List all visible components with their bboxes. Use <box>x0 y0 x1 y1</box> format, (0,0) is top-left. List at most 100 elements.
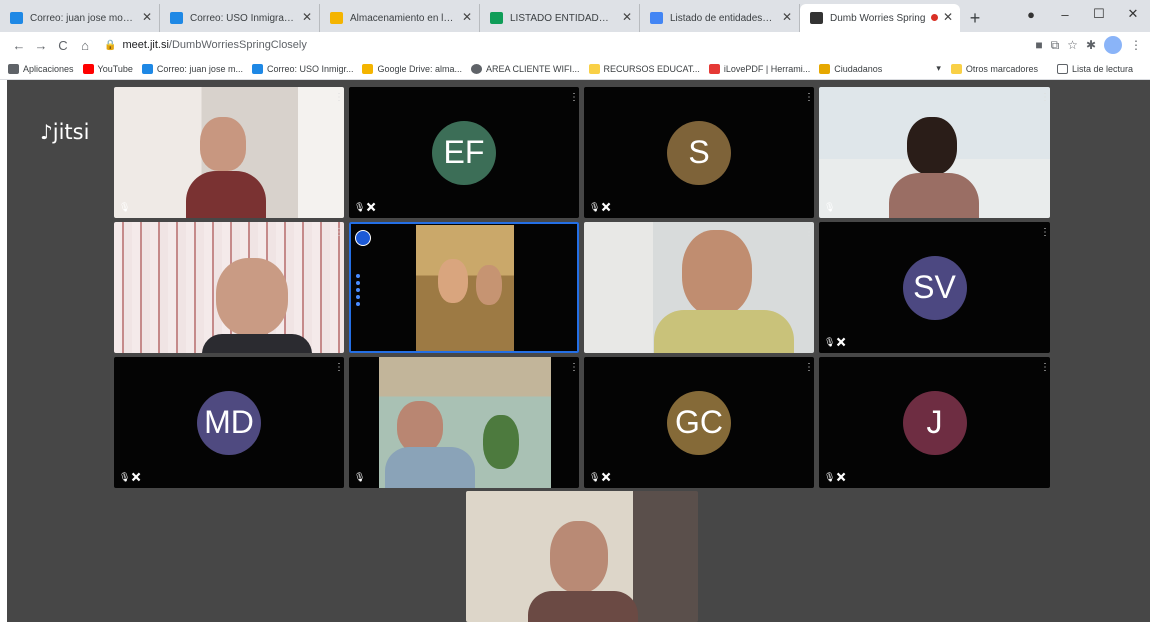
participant-tile-ef[interactable]: EF ⋮ 🎙✖ <box>349 87 579 218</box>
extensions-icon[interactable]: ✱ <box>1086 38 1096 52</box>
bookmark-label: RECURSOS EDUCAT... <box>603 63 700 74</box>
bookmark-label: Correo: USO Inmigr... <box>266 63 354 74</box>
bookmarks-right: ▾ Otros marcadores Lista de lectura <box>936 63 1142 74</box>
participant-tile-video[interactable]: ⋮ <box>114 222 344 353</box>
close-icon[interactable]: ✕ <box>302 10 312 24</box>
avatar-initials: GC <box>675 404 723 440</box>
recording-dot-icon <box>931 14 938 21</box>
folder-icon <box>819 63 831 74</box>
participant-video-person <box>550 521 608 593</box>
close-window-icon[interactable]: ✕ <box>1116 6 1150 22</box>
share-icon[interactable]: ⧉ <box>1051 38 1060 53</box>
participant-tile-j[interactable]: J ⋮ 🎙✖ <box>819 357 1050 488</box>
bookmark-aplicaciones[interactable]: Aplicaciones <box>8 63 74 74</box>
participant-video-person <box>397 401 443 453</box>
bookmark-ciudadanos[interactable]: Ciudadanos <box>819 63 883 74</box>
mic-muted-icon: 🎙✖ <box>119 472 142 482</box>
participant-tile-sv[interactable]: SV ⋮ 🎙✖ <box>819 222 1050 353</box>
heart-icon <box>708 63 720 74</box>
home-icon[interactable]: ⌂ <box>74 38 96 53</box>
participant-video-person <box>907 117 957 175</box>
tab-almacenamiento[interactable]: Almacenamiento en la nube ✕ <box>320 4 480 32</box>
participant-video-body <box>889 173 979 218</box>
bookmark-label: iLovePDF | Herrami... <box>723 63 811 74</box>
forward-icon[interactable]: → <box>30 38 52 53</box>
tab-jitsi-meeting[interactable]: Dumb Worries Spring ✕ <box>800 4 960 32</box>
tile-menu-icon[interactable]: ⋮ <box>1040 228 1050 238</box>
jitsi-logo[interactable]: ♪jitsi <box>40 120 89 144</box>
close-icon[interactable]: ✕ <box>782 10 792 24</box>
back-icon[interactable]: ← <box>8 38 30 53</box>
reading-list[interactable]: Lista de lectura <box>1056 63 1133 74</box>
address-bar[interactable]: 🔒 meet.jit.si /DumbWorriesSpringClosely <box>104 34 1027 56</box>
tab-title: LISTADO ENTIDADES PEHI <box>510 12 615 24</box>
tile-menu-icon[interactable]: ⋮ <box>804 363 814 373</box>
tile-menu-icon[interactable]: ⋮ <box>804 228 814 238</box>
bookmark-area-cliente[interactable]: AREA CLIENTE WIFI... <box>471 63 580 74</box>
chevron-down-icon[interactable]: ▾ <box>936 63 941 74</box>
meeting-stage: ♪jitsi ⋮ 🎙 EF ⋮ 🎙✖ S ⋮ 🎙✖ ⋮ 🎙 ⋮ ⋮ SV ⋮ 🎙… <box>7 80 1150 622</box>
tab-correo-juan[interactable]: Correo: juan jose moreno ✕ <box>0 4 160 32</box>
tile-menu-icon[interactable]: ⋮ <box>569 363 579 373</box>
tab-title: Correo: juan jose moreno <box>30 12 135 24</box>
tile-menu-icon[interactable]: ⋮ <box>569 93 579 103</box>
close-icon[interactable]: ✕ <box>622 10 632 24</box>
url-path: /DumbWorriesSpringClosely <box>168 39 307 51</box>
avatar-initials: EF <box>443 134 485 170</box>
tab-title: Correo: USO Inmigracion <box>190 12 295 24</box>
bookmark-google-drive[interactable]: Google Drive: alma... <box>362 63 463 74</box>
avatar: MD <box>197 390 261 455</box>
close-icon[interactable]: ✕ <box>943 10 953 24</box>
participant-tile-video[interactable]: ⋮ 🎙 <box>349 357 579 488</box>
participant-video-person <box>438 259 468 303</box>
participant-tile-video[interactable]: ⋮ 🎙 <box>114 87 344 218</box>
participant-tile-s[interactable]: S ⋮ 🎙✖ <box>584 87 814 218</box>
tab-listado-entidades[interactable]: LISTADO ENTIDADES PEHI ✕ <box>480 4 640 32</box>
participant-tile-video[interactable]: ⋮ <box>584 222 814 353</box>
participant-tile-video[interactable]: ⋮ 🎙 <box>819 87 1050 218</box>
outlook-icon <box>170 12 183 24</box>
tile-menu-icon[interactable]: ⋮ <box>804 93 814 103</box>
participant-tile-md[interactable]: MD ⋮ 🎙✖ <box>114 357 344 488</box>
tile-menu-icon[interactable]: ⋮ <box>1040 93 1050 103</box>
drive-icon <box>330 12 343 24</box>
bookmark-label: Google Drive: alma... <box>377 63 463 74</box>
avatar: SV <box>902 255 967 320</box>
folder-icon <box>950 63 962 74</box>
bookmarks-bar: Aplicaciones YouTube Correo: juan jose m… <box>0 58 1150 80</box>
bookmark-correo-juan[interactable]: Correo: juan jose m... <box>141 63 243 74</box>
menu-icon[interactable]: ⋮ <box>1130 38 1142 52</box>
participant-video-person <box>476 265 502 305</box>
new-tab-button[interactable]: + <box>960 4 990 32</box>
close-icon[interactable]: ✕ <box>462 10 472 24</box>
tile-menu-icon[interactable]: ⋮ <box>1040 363 1050 373</box>
avatar: S <box>667 120 731 185</box>
avatar-initials: S <box>688 134 710 170</box>
participant-video-person <box>200 117 246 171</box>
camera-icon[interactable]: ■ <box>1035 38 1042 52</box>
star-icon[interactable]: ☆ <box>1067 38 1078 52</box>
bookmark-label: Correo: juan jose m... <box>156 63 243 74</box>
bookmark-youtube[interactable]: YouTube <box>82 63 133 74</box>
profile-icon[interactable]: ● <box>1014 7 1048 22</box>
tab-listado-docs[interactable]: Listado de entidades PEHI ✕ <box>640 4 800 32</box>
participant-tile-gc[interactable]: GC ⋮ 🎙✖ <box>584 357 814 488</box>
bookmark-correo-uso[interactable]: Correo: USO Inmigr... <box>251 63 354 74</box>
bookmark-otros[interactable]: Otros marcadores <box>950 63 1038 74</box>
profile-avatar[interactable] <box>1104 36 1122 54</box>
lock-icon: 🔒 <box>104 39 117 51</box>
participant-tile-video[interactable] <box>466 491 698 622</box>
minimize-icon[interactable]: – <box>1048 7 1082 22</box>
reload-icon[interactable]: C <box>52 38 74 53</box>
tile-menu-icon[interactable]: ⋮ <box>334 93 344 103</box>
bookmark-ilovepdf[interactable]: iLovePDF | Herrami... <box>708 63 811 74</box>
maximize-icon[interactable]: ☐ <box>1082 6 1116 22</box>
close-icon[interactable]: ✕ <box>142 10 152 24</box>
bookmark-label: Ciudadanos <box>834 63 883 74</box>
participant-tile-active-speaker[interactable] <box>349 222 579 353</box>
tile-menu-icon[interactable]: ⋮ <box>334 228 344 238</box>
mic-muted-icon: 🎙✖ <box>589 472 612 482</box>
tile-menu-icon[interactable]: ⋮ <box>334 363 344 373</box>
tab-correo-uso[interactable]: Correo: USO Inmigracion ✕ <box>160 4 320 32</box>
bookmark-recursos[interactable]: RECURSOS EDUCAT... <box>588 63 700 74</box>
